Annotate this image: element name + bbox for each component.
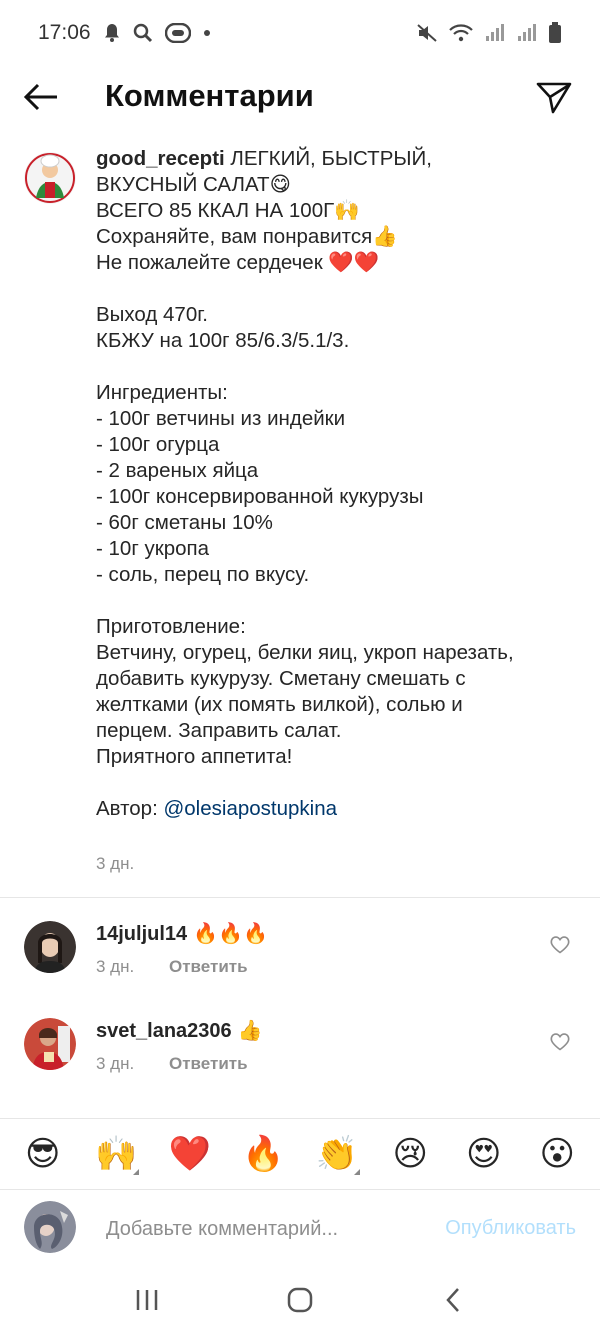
system-nav-bar	[0, 1267, 600, 1332]
top-bar: Комментарии	[0, 66, 600, 128]
recent-apps-icon	[136, 1289, 157, 1310]
divider	[0, 897, 600, 898]
comment-text: 🔥🔥🔥	[193, 923, 268, 945]
system-back-button[interactable]	[423, 1275, 483, 1325]
caption-line-0: good_recepti ЛЕГКИЙ, БЫСТРЫЙ,	[96, 147, 432, 170]
caption-line	[96, 276, 576, 302]
comment-timestamp: 3 дн.	[96, 957, 135, 976]
home-icon	[287, 1287, 313, 1312]
caption-line: Сохраняйте, вам понравится👍	[96, 225, 398, 248]
signal-icon	[484, 23, 506, 43]
avatar-good-recepti[interactable]	[24, 152, 76, 204]
emoji-surprised-button[interactable]: 😮	[532, 1129, 582, 1179]
caption-line: КБЖУ на 100г 85/6.3/5.1/3.	[96, 329, 350, 352]
battery-icon	[548, 22, 562, 44]
emoji-fire-button[interactable]: 🔥	[238, 1129, 288, 1179]
more-notifications-dot-icon	[203, 29, 211, 37]
emoji-sunglasses-button[interactable]: 😎	[18, 1129, 68, 1179]
share-button[interactable]	[532, 76, 576, 120]
emoji-raised-hands-button[interactable]: 🙌	[91, 1129, 141, 1179]
caption-line: Приятного аппетита!	[96, 745, 293, 768]
caption-line: желтками (их помять вилкой), солью и	[96, 693, 463, 716]
comment-input-bar: Опубликовать	[0, 1191, 600, 1267]
skin-tone-indicator-icon	[353, 1169, 360, 1175]
caption-line: Не пожалейте сердечек ❤️❤️	[96, 251, 380, 274]
comment-item: svet_lana2306 👍 3 дн. Ответить	[0, 1018, 600, 1108]
caption-author-line: Автор: @olesiapostupkina	[96, 797, 337, 820]
recent-apps-button[interactable]	[117, 1275, 177, 1325]
caption-line: Приготовление:	[96, 615, 246, 638]
caption-username[interactable]: good_recepti	[96, 147, 225, 170]
emoji-quick-bar: 😎 🙌 ❤️ 🔥 👏 😢 😍 😮	[0, 1118, 600, 1190]
caption-line: Ингредиенты:	[96, 381, 228, 404]
publish-button[interactable]: Опубликовать	[445, 1217, 576, 1240]
comment-username[interactable]: 14juljul14 🔥🔥🔥	[96, 921, 268, 946]
like-button[interactable]	[550, 935, 570, 955]
caption-line: Выход 470г.	[96, 303, 208, 326]
caption-line: перцем. Заправить салат.	[96, 719, 342, 742]
caption-line: - 100г огурца	[96, 433, 220, 456]
status-time: 17:06	[38, 21, 91, 44]
caption-line: - соль, перец по вкусу.	[96, 563, 310, 586]
caption-line	[96, 770, 576, 796]
author-mention-link[interactable]: @olesiapostupkina	[163, 797, 337, 820]
caption-text: good_recepti ЛЕГКИЙ, БЫСТРЫЙ, ВКУСНЫЙ СА…	[96, 146, 576, 822]
notification-bell-icon	[103, 23, 121, 43]
reply-button[interactable]: Ответить	[169, 1054, 248, 1074]
avatar-svet-lana2306[interactable]	[24, 1018, 76, 1070]
emoji-crying-button[interactable]: 😢	[385, 1129, 435, 1179]
comment-timestamp: 3 дн.	[96, 1054, 135, 1073]
comment-text: 👍	[237, 1020, 263, 1042]
caption-line	[96, 354, 576, 380]
arrow-left-icon	[23, 83, 57, 111]
emoji-heart-button[interactable]: ❤️	[165, 1129, 215, 1179]
app-notification-icon	[164, 23, 191, 43]
caption-line: - 10г укропа	[96, 537, 210, 560]
heart-outline-icon	[550, 1033, 570, 1051]
caption-line: - 100г ветчины из индейки	[96, 407, 346, 430]
caption-line: Ветчину, огурец, белки яиц, укроп нареза…	[96, 641, 514, 664]
caption-line: - 100г консервированной кукурузы	[96, 485, 424, 508]
comment-input[interactable]	[106, 1213, 406, 1245]
search-notification-icon	[133, 23, 153, 43]
avatar-14juljul14[interactable]	[24, 921, 76, 973]
emoji-heart-eyes-button[interactable]: 😍	[459, 1129, 509, 1179]
chevron-left-icon	[446, 1287, 460, 1312]
mute-icon	[416, 23, 438, 43]
heart-outline-icon	[550, 936, 570, 954]
current-user-avatar[interactable]	[24, 1201, 76, 1253]
skin-tone-indicator-icon	[133, 1169, 140, 1175]
status-bar: 17:06	[0, 0, 600, 66]
emoji-clap-button[interactable]: 👏	[312, 1129, 362, 1179]
caption-line: ВКУСНЫЙ САЛАТ😋	[96, 173, 291, 196]
comment-username[interactable]: svet_lana2306 👍	[96, 1018, 263, 1043]
caption-timestamp: 3 дн.	[96, 854, 135, 873]
like-button[interactable]	[550, 1032, 570, 1052]
page-title: Комментарии	[105, 78, 314, 113]
comment-item: 14juljul14 🔥🔥🔥 3 дн. Ответить	[0, 921, 600, 1011]
caption-line	[96, 588, 576, 614]
signal-2-icon	[516, 23, 538, 43]
reply-button[interactable]: Ответить	[169, 957, 248, 977]
caption-line: - 2 вареных яйца	[96, 459, 259, 482]
wifi-icon	[448, 23, 474, 43]
home-button[interactable]	[270, 1275, 330, 1325]
caption-line: - 60г сметаны 10%	[96, 511, 273, 534]
caption-line: добавить кукурузу. Сметану смешать с	[96, 667, 466, 690]
paper-plane-icon	[536, 82, 572, 114]
caption-line: ВСЕГО 85 ККАЛ НА 100Г🙌	[96, 199, 360, 222]
back-button[interactable]	[20, 76, 62, 118]
